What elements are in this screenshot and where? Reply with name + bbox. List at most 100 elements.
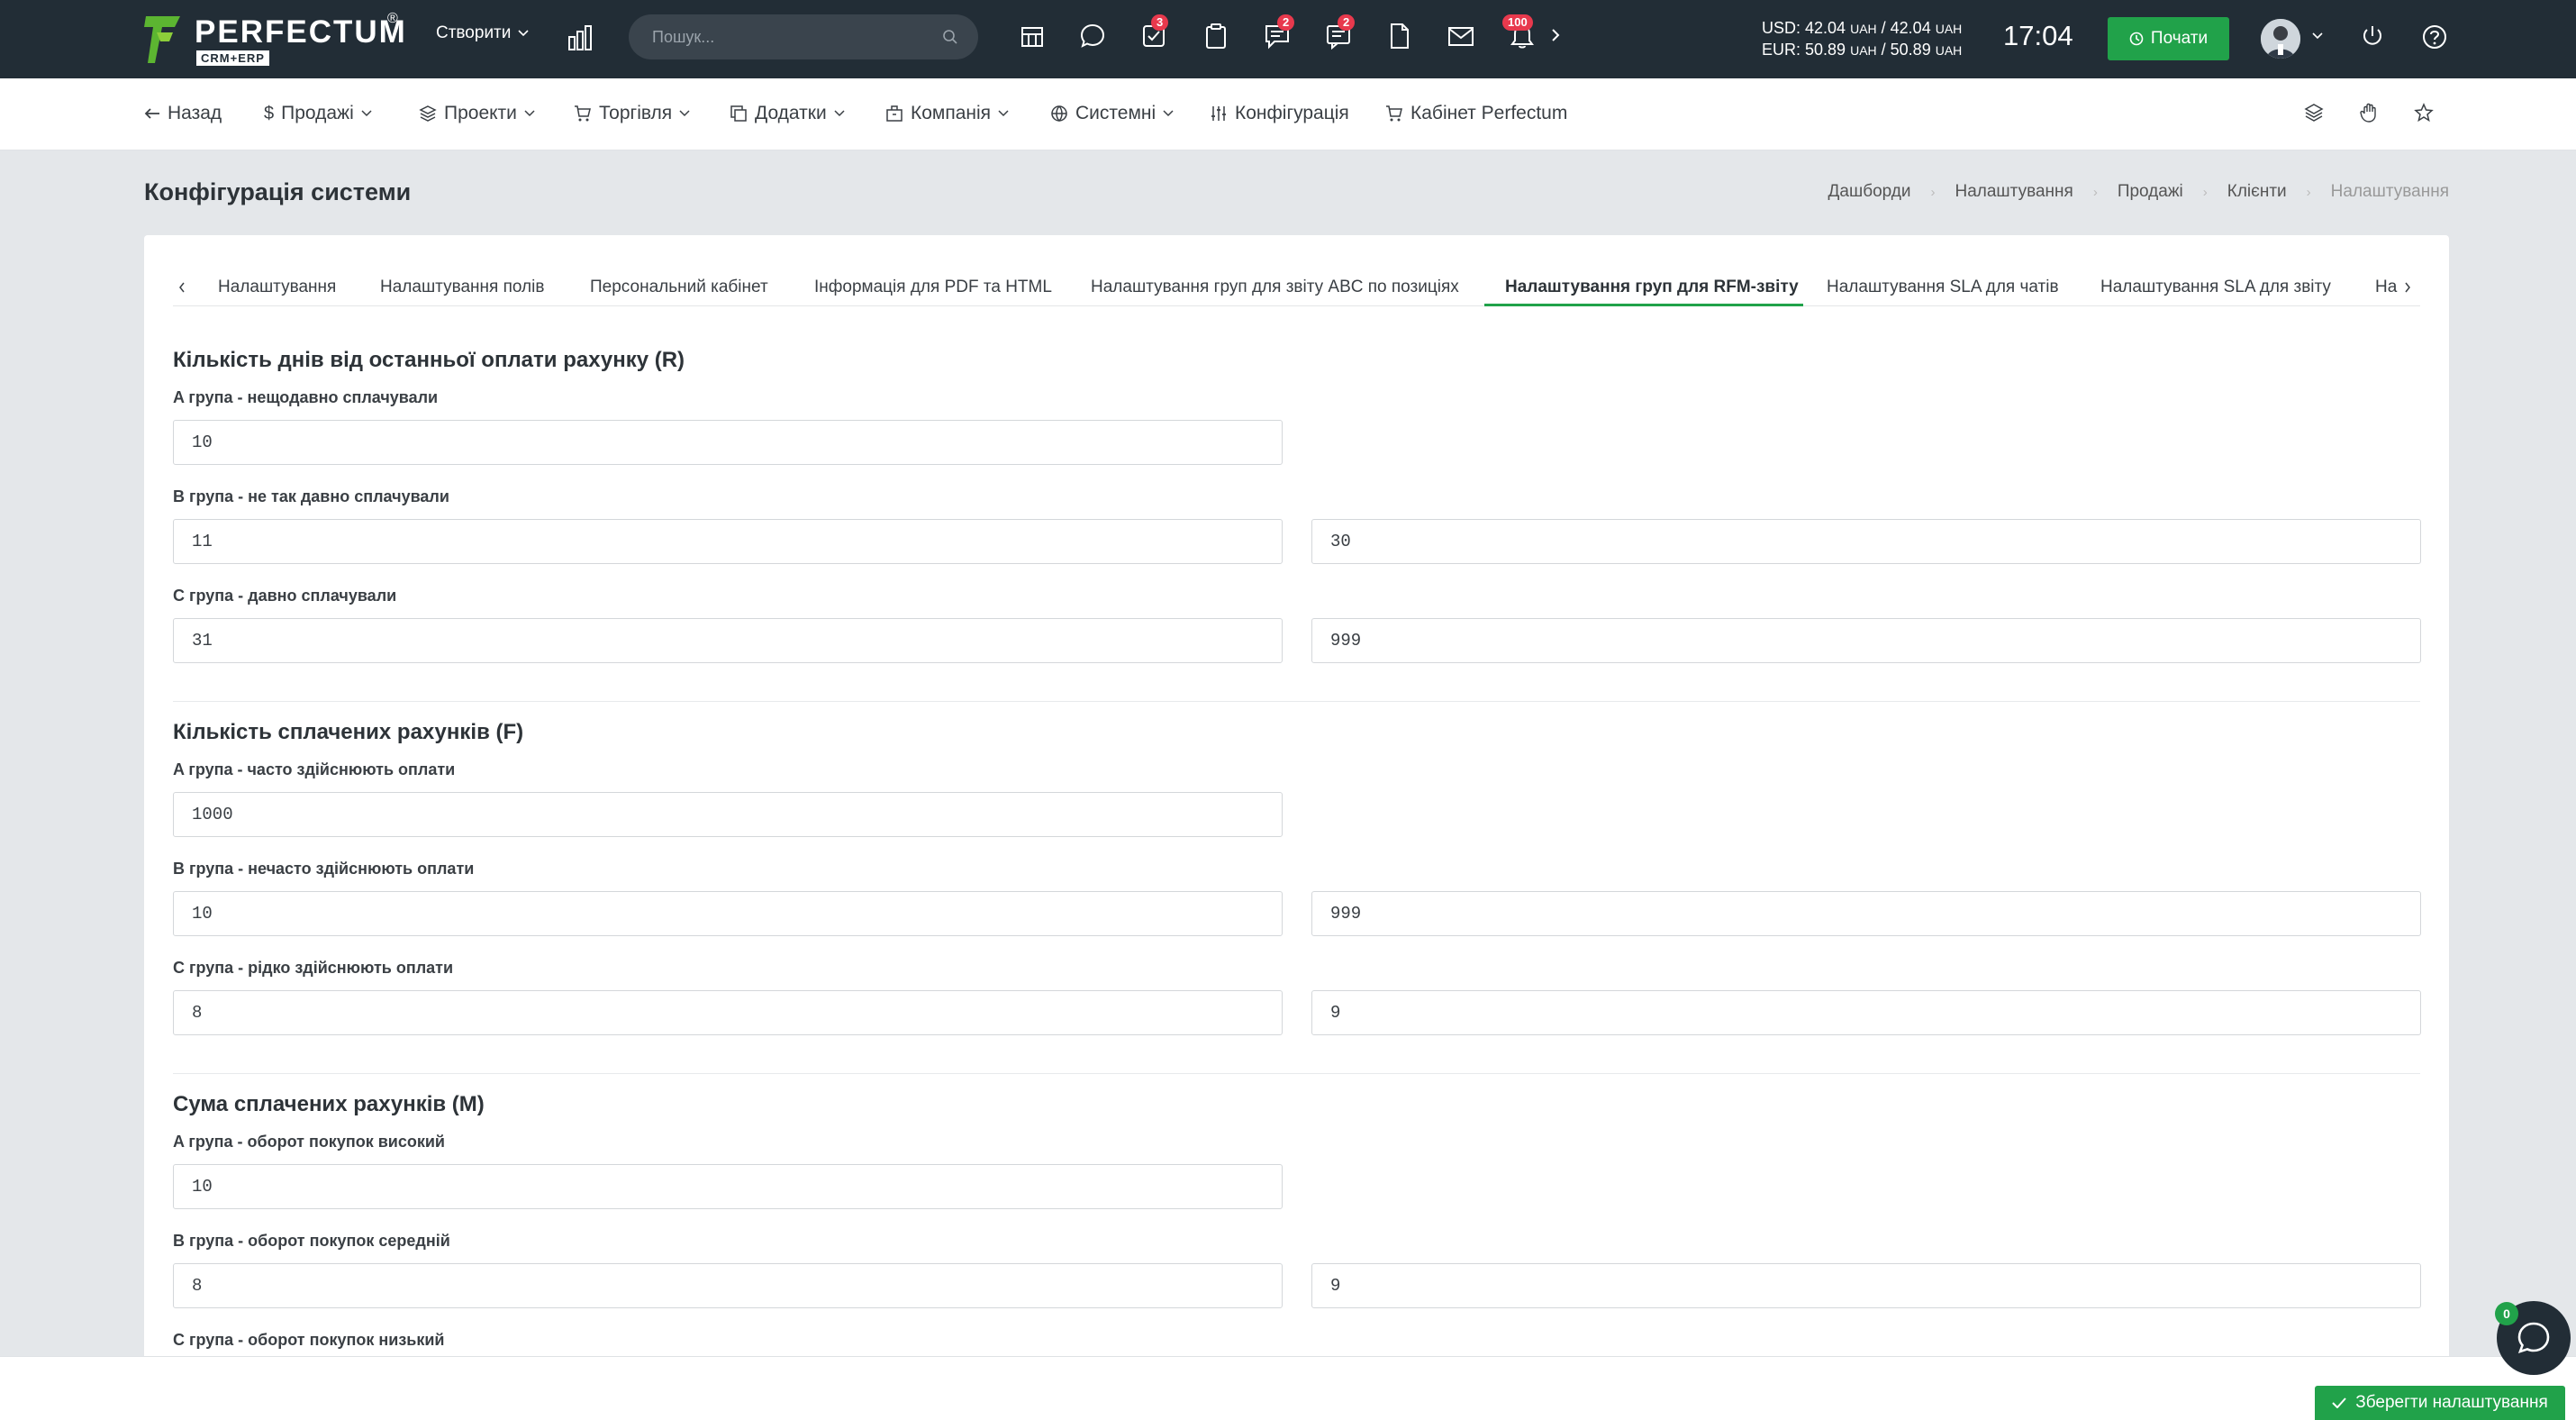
tab-sla-chats[interactable]: Налаштування SLA для чатів <box>1827 278 2059 297</box>
nav-trade[interactable]: Торгівля <box>574 103 690 124</box>
clock-icon <box>2129 32 2144 46</box>
section-title-monetary: Сума сплачених рахунків (M) <box>173 1092 485 1116</box>
tab-personal-cabinet[interactable]: Персональний кабінет <box>590 278 768 297</box>
active-tab-indicator <box>1484 304 1803 306</box>
power-icon[interactable] <box>2361 24 2384 50</box>
nav-perfectum-cabinet[interactable]: Кабінет Perfectum <box>1385 103 1567 124</box>
chevron-down-icon <box>834 110 845 117</box>
currency-usd-rate2: / 42.04 <box>1881 19 1931 37</box>
group-c-label: C група - давно сплачували <box>173 587 397 605</box>
breadcrumb-item[interactable]: Налаштування <box>1955 182 2073 202</box>
nav-configuration[interactable]: Конфігурація <box>1210 103 1349 124</box>
logo-registered-mark: ® <box>387 11 398 26</box>
monetary-group-a-from-input[interactable] <box>173 1164 1283 1209</box>
tab-abc-groups[interactable]: Налаштування груп для звіту ABC по позиц… <box>1091 278 1459 297</box>
cart-icon <box>575 105 591 122</box>
help-icon[interactable] <box>2422 24 2447 50</box>
footer-action-bar <box>0 1356 2576 1420</box>
clock: 17:04 <box>2003 20 2073 51</box>
analytics-icon[interactable] <box>567 24 593 51</box>
breadcrumb-item[interactable]: Продажі <box>2118 182 2183 202</box>
nav-company[interactable]: Компанія <box>885 103 1009 124</box>
currency-eur-unit2: UAH <box>1935 43 1963 58</box>
currency-rates: USD: 42.04 UAH / 42.04 UAH EUR: 50.89 UA… <box>1762 18 1962 61</box>
layers-icon[interactable] <box>2304 103 2324 123</box>
monetary-group-b-to-input[interactable] <box>1311 1263 2421 1308</box>
tab-field-settings[interactable]: Налаштування полів <box>380 278 544 297</box>
nav-system[interactable]: Системні <box>1050 103 1174 124</box>
start-label: Почати <box>2150 29 2209 48</box>
nav-trade-label: Торгівля <box>599 103 673 123</box>
recency-group-b-from-input[interactable] <box>173 519 1283 564</box>
recency-group-a-from-input[interactable] <box>173 420 1283 465</box>
currency-eur-unit: UAH <box>1850 43 1877 58</box>
tab-pdf-html-info[interactable]: Інформація для PDF та HTML <box>814 278 1052 297</box>
chevron-down-icon <box>361 110 372 117</box>
user-avatar-image <box>2261 19 2300 59</box>
chevron-right-icon[interactable] <box>1551 28 1560 42</box>
checkmark-icon <box>2332 1397 2347 1408</box>
tab-settings[interactable]: Налаштування <box>218 278 336 297</box>
group-c-label: C група - оборот покупок низький <box>173 1331 445 1349</box>
breadcrumb-current: Налаштування <box>2330 182 2449 201</box>
tab-sla-report[interactable]: Налаштування SLA для звіту <box>2100 278 2331 297</box>
top-bar: PERFECTUM CRM+ERP ® Створити 3 2 2 100 U… <box>0 0 2576 78</box>
group-b-label: B група - нечасто здійснюють оплати <box>173 860 475 878</box>
logo-subtitle: CRM+ERP <box>196 50 269 66</box>
chevron-down-icon <box>1163 110 1174 117</box>
nav-back[interactable]: Назад <box>144 103 222 124</box>
breadcrumb-item[interactable]: Клієнти <box>2227 182 2287 202</box>
hand-icon[interactable] <box>2359 103 2379 123</box>
currency-usd: USD: 42.04 <box>1762 19 1846 37</box>
nav-sales[interactable]: $ Продажі <box>264 103 372 124</box>
chevron-down-icon <box>524 110 535 117</box>
cart-icon <box>1386 105 1402 122</box>
group-a-label: A група - часто здійснюють оплати <box>173 760 456 778</box>
chevron-right-icon[interactable] <box>2404 282 2411 293</box>
tab-truncated[interactable]: На <box>2375 278 2397 297</box>
global-search[interactable] <box>629 14 978 59</box>
start-timer-button[interactable]: Почати <box>2108 17 2229 60</box>
save-settings-button[interactable]: Зберегти налаштування <box>2315 1386 2565 1420</box>
nav-projects[interactable]: Проекти <box>419 103 535 124</box>
breadcrumb-item[interactable]: Дашборди <box>1828 182 1911 202</box>
clipboard-icon[interactable] <box>1204 23 1228 50</box>
building-icon <box>886 105 903 122</box>
star-icon[interactable] <box>2414 103 2434 123</box>
user-avatar[interactable] <box>2261 19 2300 59</box>
logo-mark-icon <box>144 16 180 63</box>
frequency-group-a-from-input[interactable] <box>173 792 1283 837</box>
save-settings-label: Зберегти налаштування <box>2355 1393 2548 1412</box>
arrow-left-icon <box>144 108 159 119</box>
chevron-left-icon[interactable] <box>178 282 186 293</box>
document-icon[interactable] <box>1389 23 1410 50</box>
frequency-group-b-to-input[interactable] <box>1311 891 2421 936</box>
recency-group-c-from-input[interactable] <box>173 618 1283 663</box>
frequency-group-c-from-input[interactable] <box>173 990 1283 1035</box>
breadcrumb-separator-icon: › <box>1930 184 1936 200</box>
group-b-label: B група - оборот покупок середній <box>173 1232 450 1250</box>
tab-rfm-groups[interactable]: Налаштування груп для RFM-звіту <box>1505 278 1799 297</box>
chevron-down-icon <box>679 110 690 117</box>
group-a-label: A група - оборот покупок високий <box>173 1133 445 1151</box>
sliders-icon <box>1211 106 1226 121</box>
support-chat-count-badge: 0 <box>2495 1302 2518 1325</box>
mail-icon[interactable] <box>1447 23 1474 50</box>
calendar-icon[interactable] <box>1020 23 1044 50</box>
create-dropdown[interactable]: Створити <box>436 23 529 43</box>
section-divider <box>173 701 2420 702</box>
frequency-group-c-to-input[interactable] <box>1311 990 2421 1035</box>
nav-addons[interactable]: Додатки <box>730 103 845 124</box>
currency-eur-rate2: / 50.89 <box>1881 41 1931 59</box>
search-input[interactable] <box>652 27 955 47</box>
currency-usd-unit: UAH <box>1850 22 1877 36</box>
recency-group-b-to-input[interactable] <box>1311 519 2421 564</box>
currency-usd-row: USD: 42.04 UAH / 42.04 UAH <box>1762 18 1962 40</box>
monetary-group-b-from-input[interactable] <box>173 1263 1283 1308</box>
frequency-group-b-from-input[interactable] <box>173 891 1283 936</box>
chevron-down-icon[interactable] <box>2312 32 2323 40</box>
recency-group-c-to-input[interactable] <box>1311 618 2421 663</box>
messages-icon[interactable] <box>1080 23 1105 50</box>
search-icon[interactable] <box>942 29 958 45</box>
perfectum-logo[interactable]: PERFECTUM CRM+ERP ® <box>142 9 405 68</box>
